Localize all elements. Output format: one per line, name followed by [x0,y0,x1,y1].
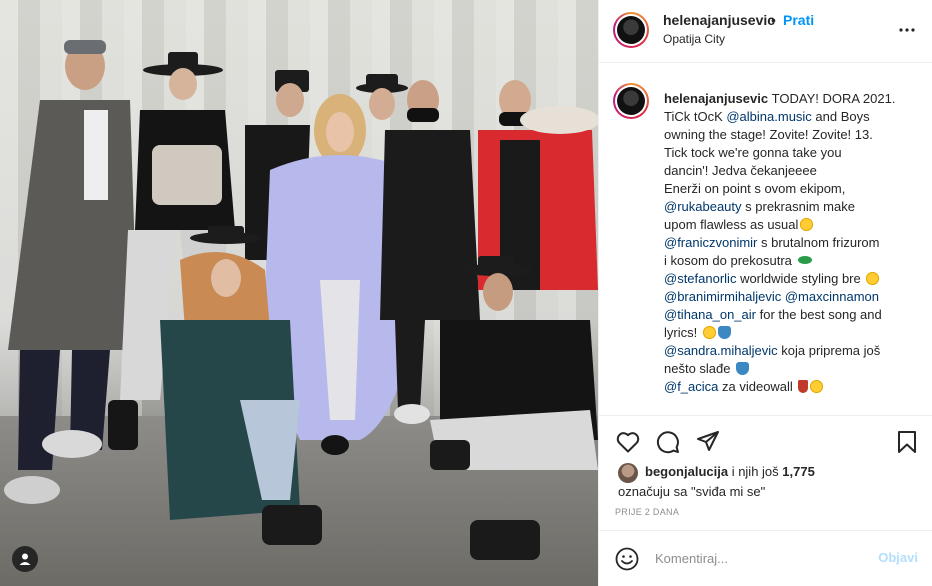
heart-emoji-icon [736,362,750,375]
dress-emoji-icon [798,380,809,393]
post-header: helenajanjusevic • Prati Opatija City [599,0,932,63]
caption-text-segment: s brutalnom frizurom [757,235,880,250]
caption-text-segment: upom flawless as usual [664,217,799,232]
caption-mention-link[interactable]: @rukabeauty [664,199,742,214]
caption-mention-link[interactable]: @sandra.mihaljevic [664,343,778,358]
likes-summary: begonjalucija i njih još 1,775 [645,464,815,479]
caption-text-segment: Enerži on point s ovom ekipom, [664,181,846,196]
liker-username[interactable]: begonjalucija [645,464,728,479]
caption-line: nešto slađe [664,360,926,378]
share-button[interactable] [695,429,721,455]
caption-text-segment: s prekrasnim make [741,199,855,214]
heart-emoji-icon [717,326,731,339]
emoji-picker-button[interactable] [614,546,640,572]
caption-text-segment: nešto slađe [664,361,735,376]
face-emoji-icon [866,272,880,285]
caption-line: dancin'! Jedva čekanjeeee [664,162,926,180]
caption-username[interactable]: helenajanjusevic [664,91,772,106]
heart-icon [616,432,640,453]
caption-section: helenajanjusevic TODAY! DORA 2021. TiCk t… [599,64,932,416]
like-button[interactable] [615,429,641,455]
post-photo[interactable] [0,0,598,586]
comment-bar: Objavi [599,530,932,586]
post-location[interactable]: Opatija City [663,32,725,46]
caption-text-segment: koja priprema još [777,343,881,358]
comment-input[interactable] [655,548,865,568]
more-horizontal-icon [899,28,915,32]
caption-line: upom flawless as usual [664,216,926,234]
comment-icon [656,431,679,454]
caption-line: @f_acica za videowall [664,378,926,396]
caption-line: @stefanorlic worldwide styling bre [664,270,926,288]
caption-text-segment: for the best song and [755,307,882,322]
caption-text-segment: and Boys [811,109,870,124]
caption-text-segment: lyrics! [664,325,701,340]
bookmark-icon [898,431,916,453]
tagged-users-button[interactable] [12,546,38,572]
author-username[interactable]: helenajanjusevic [663,12,775,28]
likes-connector: i njih još [728,464,783,479]
caption-text-segment: worldwide styling bre [736,271,865,286]
header-separator: • [771,12,776,28]
caption-line: helenajanjusevic TODAY! DORA 2021. [664,90,926,108]
caption-mention-link[interactable]: @branimirmihaljevic [664,289,781,304]
caption-text-segment: TODAY! DORA 2021. [771,91,896,106]
face-emoji-icon [702,326,716,339]
caption-line: @franiczvonimir s brutalnom frizurom [664,234,926,252]
caption-mention-link[interactable]: @franiczvonimir [664,235,757,250]
post-comment-button[interactable]: Objavi [878,550,918,565]
author-avatar[interactable] [613,12,649,48]
user-tag-icon [19,553,31,565]
caption-line: i kosom do prekosutra [664,252,926,270]
caption-text-segment: i kosom do prekosutra [664,253,796,268]
face-emoji-icon [810,380,824,393]
post-actions: begonjalucija i njih još 1,775 označuju … [599,417,932,547]
caption-line: Enerži on point s ovom ekipom, [664,180,926,198]
liker-avatar[interactable] [618,463,638,483]
post-timestamp[interactable]: PRIJE 2 DANA [615,507,679,517]
caption-text-segment: owning the stage! Zovite! Zovite! 13. [664,127,873,142]
caption-mention-link[interactable]: @tihana_on_air [664,307,756,322]
paper-plane-icon [697,431,719,451]
caption-line: @branimirmihaljevic @maxcinnamon [664,288,926,306]
caption-line: @tihana_on_air for the best song and [664,306,926,324]
caption-mention-link[interactable]: @f_acica [664,379,718,394]
likes-count[interactable]: 1,775 [782,464,815,479]
caption-mention-link[interactable]: @stefanorlic [664,271,736,286]
follow-button[interactable]: Prati [783,12,814,28]
smiley-icon [615,547,639,571]
more-options-button[interactable] [896,20,918,40]
caption-line: @sandra.mihaljevic koja priprema još [664,342,926,360]
face-emoji-icon [800,218,814,231]
caption-text-segment: Tick tock we're gonna take you [664,145,842,160]
save-button[interactable] [894,429,920,455]
likes-label: označuju sa "sviđa mi se" [618,484,766,499]
caption-line: @rukabeauty s prekrasnim make [664,198,926,216]
caption-line: lyrics! [664,324,926,342]
caption-text-segment: dancin'! Jedva čekanjeeee [664,163,817,178]
fish-emoji-icon [797,256,812,264]
caption-author-avatar[interactable] [613,83,649,119]
caption-text: helenajanjusevic TODAY! DORA 2021. TiCk t… [664,90,926,396]
photo-people-silhouettes [4,40,598,560]
caption-text-segment: za videowall [718,379,797,394]
caption-line: owning the stage! Zovite! Zovite! 13. [664,126,926,144]
comment-button[interactable] [655,429,681,455]
caption-line: Tick tock we're gonna take you [664,144,926,162]
caption-text-segment: TiCk tOcK [664,109,727,124]
caption-mention-link[interactable]: @maxcinnamon [785,289,879,304]
caption-mention-link[interactable]: @albina.music [726,109,811,124]
caption-line: TiCk tOcK @albina.music and Boys [664,108,926,126]
